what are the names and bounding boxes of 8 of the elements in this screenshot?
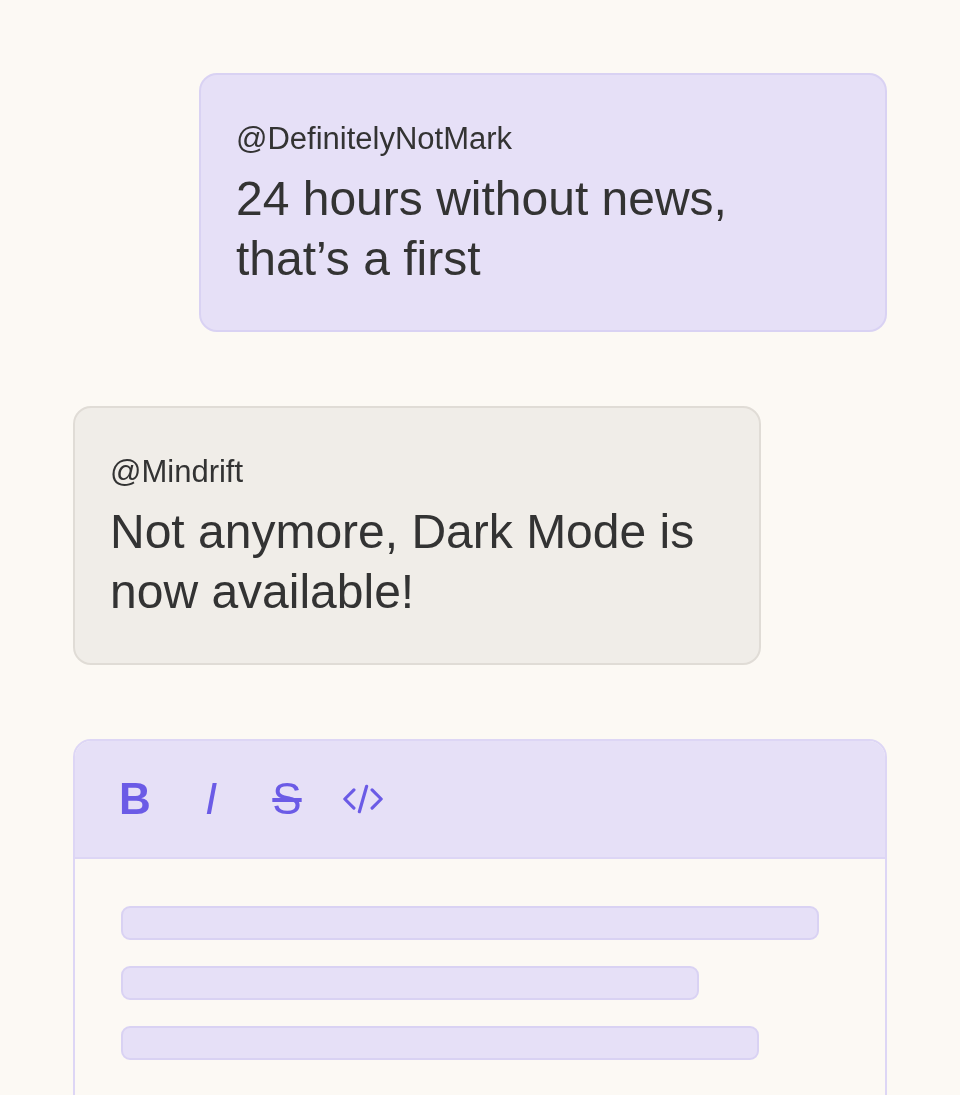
username: @DefinitelyNotMark <box>236 120 514 158</box>
message-text: Not anymore, Dark Mode is now available! <box>110 504 696 620</box>
text-editor[interactable]: B I S <box>73 739 887 1095</box>
strikethrough-button[interactable]: S <box>267 775 307 823</box>
username: @Mindrift <box>110 453 245 491</box>
message-text: 24 hours without news, that’s a first <box>236 171 728 287</box>
bold-button[interactable]: B <box>115 775 155 823</box>
italic-button[interactable]: I <box>191 775 231 823</box>
